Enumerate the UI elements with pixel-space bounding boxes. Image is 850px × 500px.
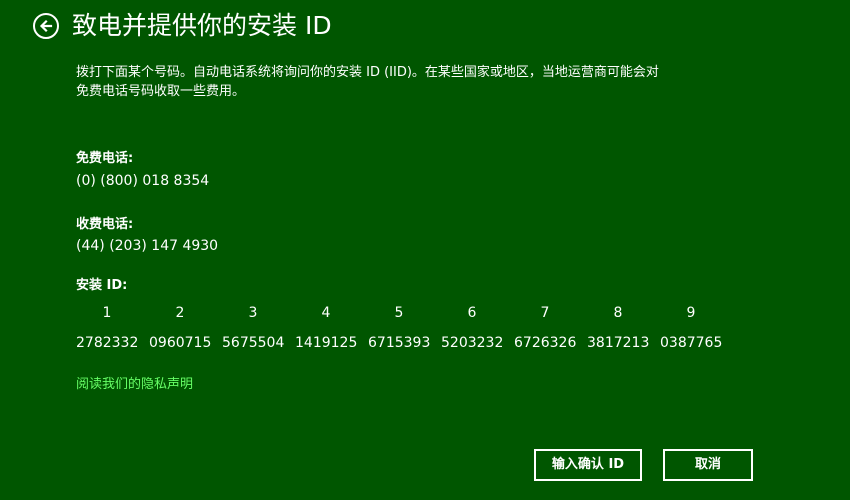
back-arrow-icon xyxy=(39,19,53,33)
back-button[interactable] xyxy=(33,13,59,39)
installation-id-label: 安装 ID: xyxy=(76,278,128,293)
id-group: 5203232 xyxy=(441,335,504,351)
id-group: 5675504 xyxy=(222,335,285,351)
toll-free-label: 免费电话: xyxy=(76,151,134,166)
intro-line-1: 拨打下面某个号码。自动电话系统将询问你的安装 ID (IID)。在某些国家或地区… xyxy=(76,65,659,80)
id-column-number: 6 xyxy=(467,305,477,321)
id-group: 0387765 xyxy=(660,335,723,351)
header: 致电并提供你的安装 ID xyxy=(33,10,332,42)
intro-text: 拨打下面某个号码。自动电话系统将询问你的安装 ID (IID)。在某些国家或地区… xyxy=(76,63,766,101)
id-group: 6715393 xyxy=(368,335,431,351)
id-group: 1419125 xyxy=(295,335,358,351)
installation-id-table: 1 2 3 4 5 6 7 8 9 2782332 0960715 567550… xyxy=(76,304,733,352)
id-column-number: 2 xyxy=(175,305,185,321)
id-column-number: 3 xyxy=(248,305,258,321)
toll-free-number: (0) (800) 018 8354 xyxy=(76,173,210,189)
toll-number: (44) (203) 147 4930 xyxy=(76,238,219,254)
page-title: 致电并提供你的安装 ID xyxy=(72,11,332,40)
intro-line-2: 免费电话号码收取一些费用。 xyxy=(76,84,246,99)
privacy-statement-link[interactable]: 阅读我们的隐私声明 xyxy=(76,376,193,394)
id-column-numbers: 1 2 3 4 5 6 7 8 9 xyxy=(76,304,733,322)
id-column-number: 8 xyxy=(613,305,623,321)
id-column-number: 9 xyxy=(686,305,696,321)
enter-confirmation-id-button[interactable]: 输入确认 ID xyxy=(534,449,642,481)
id-group: 3817213 xyxy=(587,335,650,351)
id-column-number: 4 xyxy=(321,305,331,321)
id-column-number: 7 xyxy=(540,305,550,321)
id-column-number: 5 xyxy=(394,305,404,321)
id-groups: 2782332 0960715 5675504 1419125 6715393 … xyxy=(76,334,733,352)
id-group: 6726326 xyxy=(514,335,577,351)
cancel-button[interactable]: 取消 xyxy=(663,449,753,481)
id-group: 0960715 xyxy=(149,335,212,351)
toll-label: 收费电话: xyxy=(76,217,134,232)
id-column-number: 1 xyxy=(102,305,112,321)
id-group: 2782332 xyxy=(76,335,139,351)
